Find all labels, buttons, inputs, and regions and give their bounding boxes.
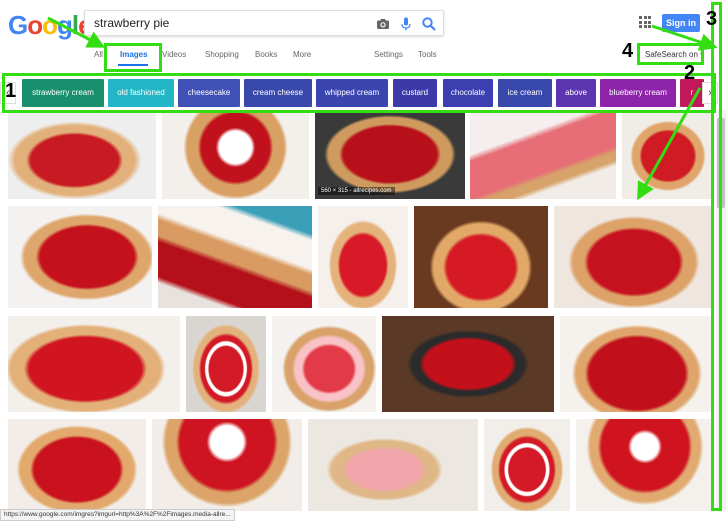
camera-icon[interactable] (375, 16, 391, 32)
tab-settings[interactable]: Settings (374, 50, 403, 59)
annotation-number-4: 4 (622, 40, 634, 62)
status-url-bar: https://www.google.com/imgres?imgurl=htt… (0, 509, 235, 521)
search-query-text: strawberry pie (94, 16, 170, 30)
google-logo[interactable]: Google (8, 10, 93, 41)
annotation-number-3: 3 (706, 8, 718, 30)
image-result[interactable] (272, 316, 376, 412)
search-icon[interactable] (421, 16, 437, 32)
image-result[interactable] (622, 113, 714, 199)
image-result[interactable] (318, 206, 408, 308)
tab-all[interactable]: All (94, 50, 103, 59)
image-result[interactable] (484, 419, 570, 511)
annotation-number-2: 2 (684, 62, 696, 84)
tab-more[interactable]: More (293, 50, 311, 59)
image-result[interactable] (560, 316, 714, 412)
annotation-box-chips-row (2, 73, 716, 113)
apps-grid-icon[interactable] (639, 16, 651, 28)
tab-shopping[interactable]: Shopping (205, 50, 239, 59)
tab-books[interactable]: Books (255, 50, 277, 59)
microphone-icon[interactable] (398, 16, 414, 32)
image-result[interactable] (8, 206, 152, 308)
image-result[interactable] (414, 206, 548, 308)
image-result[interactable] (8, 316, 180, 412)
image-result[interactable] (470, 113, 616, 199)
tab-tools[interactable]: Tools (418, 50, 437, 59)
image-result[interactable] (576, 419, 714, 511)
image-result[interactable] (554, 206, 714, 308)
image-result[interactable] (158, 206, 312, 308)
image-result[interactable] (186, 316, 266, 412)
search-input[interactable]: strawberry pie (84, 10, 444, 36)
image-result[interactable] (162, 113, 309, 199)
image-size-caption: 560 × 315 - allrecipes.com (318, 187, 395, 195)
image-result[interactable] (382, 316, 554, 412)
tab-videos[interactable]: Videos (162, 50, 186, 59)
image-result[interactable] (308, 419, 478, 511)
signin-button[interactable]: Sign in (662, 14, 700, 32)
annotation-box-scrollbar (711, 2, 722, 511)
page: Google strawberry pie Sign in All Images… (0, 0, 728, 521)
image-result[interactable] (152, 419, 302, 511)
image-result[interactable] (8, 419, 146, 511)
annotation-box-images-tab (104, 43, 162, 72)
image-result[interactable] (8, 113, 156, 199)
annotation-number-1: 1 (5, 80, 17, 102)
